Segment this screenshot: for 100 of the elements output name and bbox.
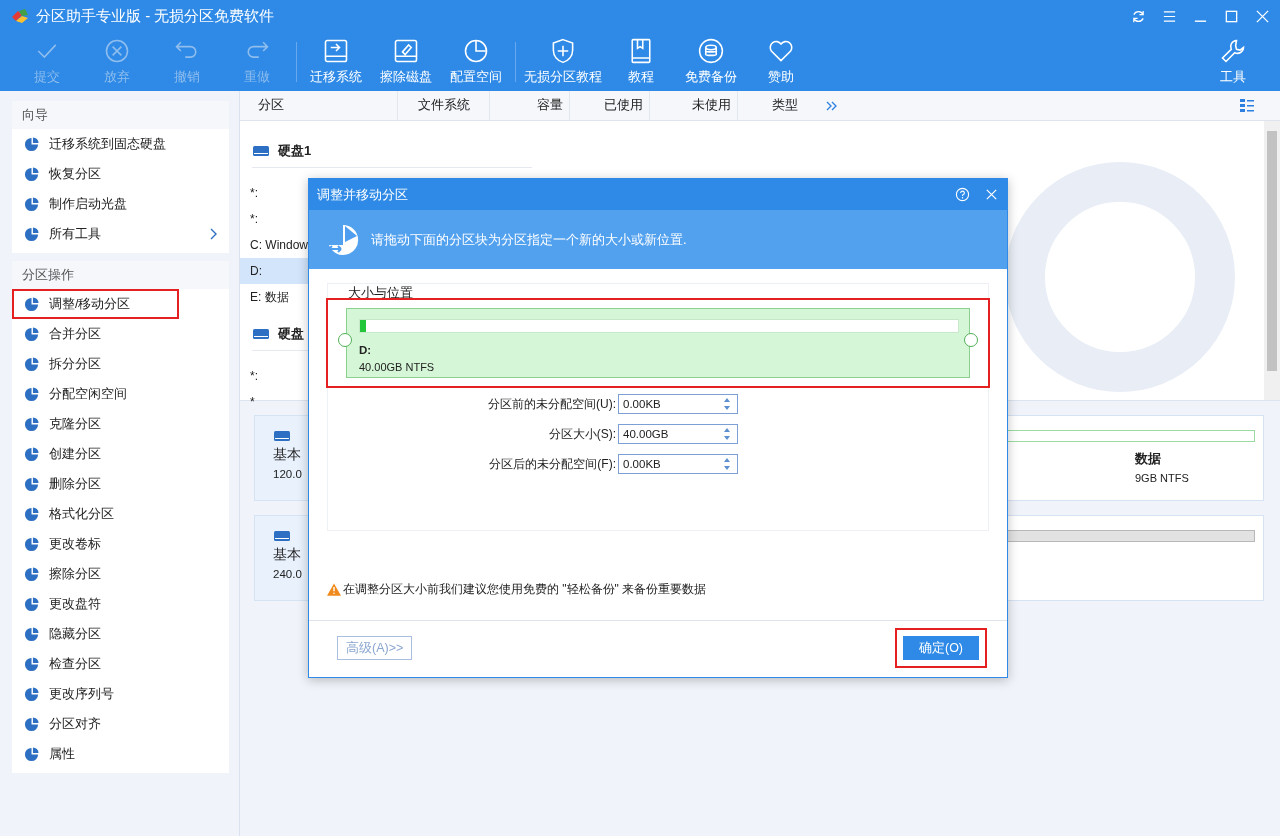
chevron-right-icon <box>209 228 217 240</box>
refresh-icon[interactable] <box>1131 8 1146 24</box>
pie-icon <box>24 596 39 612</box>
close-icon[interactable] <box>1255 8 1270 24</box>
disk-type: 基本 <box>273 446 302 464</box>
sidebar-item[interactable]: 更改序列号 <box>12 679 229 709</box>
toolbar-button[interactable]: 免费备份 <box>680 37 742 86</box>
help-icon[interactable] <box>955 187 970 202</box>
drive-icon <box>273 530 291 542</box>
sidebar-item[interactable]: 更改卷标 <box>12 529 229 559</box>
sidebar-item[interactable]: 迁移系统到固态硬盘 <box>12 129 229 159</box>
sidebar-item[interactable]: 合并分区 <box>12 319 229 349</box>
sidebar-item[interactable]: 所有工具 <box>12 219 229 249</box>
partition-block[interactable]: D: 40.00GB NTFS <box>346 308 970 378</box>
pie-icon <box>24 506 39 522</box>
spin-field[interactable]: 0.00KB <box>618 454 738 474</box>
pie-icon <box>24 446 39 462</box>
toolbar-button[interactable]: 赞助 <box>750 37 812 86</box>
maximize-icon[interactable] <box>1224 8 1239 24</box>
pie-icon <box>24 296 39 312</box>
pie-icon <box>24 386 39 402</box>
pie-icon <box>24 626 39 642</box>
database-icon <box>697 37 725 65</box>
warning-text: 在调整分区大小前我们建议您使用免费的 "轻松备份" 来备份重要数据 <box>343 581 707 598</box>
column-header[interactable]: 容量 <box>490 91 570 120</box>
disk-name: 硬盘1 <box>278 142 312 160</box>
sidebar-item[interactable]: 隐藏分区 <box>12 619 229 649</box>
toolbar-button[interactable]: 配置空间 <box>445 37 507 86</box>
sidebar-item[interactable]: 格式化分区 <box>12 499 229 529</box>
section-title: 向导 <box>12 101 229 129</box>
partition-info: 9GB NTFS <box>1135 472 1189 484</box>
disk-name: 硬盘 <box>278 325 304 343</box>
column-header[interactable]: 分区 <box>258 91 398 120</box>
field-label: 分区大小(S): <box>547 425 616 443</box>
layout-icon[interactable] <box>1240 98 1254 113</box>
dialog-title: 调整并移动分区 <box>317 185 408 204</box>
spin-arrows-icon[interactable] <box>723 457 731 471</box>
sidebar-item[interactable]: 制作启动光盘 <box>12 189 229 219</box>
drive-icon <box>252 145 270 157</box>
partition-label: 数据 <box>1135 450 1161 468</box>
toolbar-button[interactable]: 教程 <box>610 37 672 86</box>
pie-icon <box>24 566 39 582</box>
column-header[interactable]: 类型 <box>738 91 818 120</box>
pie-icon <box>24 716 39 732</box>
toolbar-button[interactable]: 迁移系统 <box>305 37 367 86</box>
partition-info: 40.00GB NTFS <box>359 361 436 373</box>
menu-icon[interactable] <box>1162 8 1177 24</box>
sidebar-item[interactable]: 拆分分区 <box>12 349 229 379</box>
sidebar-item[interactable]: 创建分区 <box>12 439 229 469</box>
toolbar-button[interactable]: 工具 <box>1202 37 1264 86</box>
sidebar-item[interactable]: 更改盘符 <box>12 589 229 619</box>
resize-handle[interactable] <box>964 333 978 347</box>
section-title: 分区操作 <box>12 261 229 289</box>
drive-icon <box>273 430 291 442</box>
pie-icon <box>24 196 39 212</box>
pie-icon <box>24 226 39 242</box>
app-logo-icon <box>10 8 30 24</box>
sidebar-item[interactable]: 克隆分区 <box>12 409 229 439</box>
drive-eraser-icon <box>392 37 420 65</box>
scrollbar-thumb[interactable] <box>1267 131 1277 371</box>
spin-arrows-icon[interactable] <box>723 427 731 441</box>
sidebar-item[interactable]: 检查分区 <box>12 649 229 679</box>
close-icon[interactable] <box>984 187 999 202</box>
field-label: 分区前的未分配空间(U): <box>487 395 616 413</box>
double-chevron-icon[interactable] <box>826 99 838 112</box>
sidebar-item[interactable]: 分区对齐 <box>12 709 229 739</box>
ok-button[interactable]: 确定(O) <box>903 636 979 660</box>
sidebar-item[interactable]: 恢复分区 <box>12 159 229 189</box>
sidebar-item[interactable]: 调整/移动分区 <box>12 289 179 319</box>
pie-icon <box>24 746 39 762</box>
spin-field[interactable]: 40.00GB <box>618 424 738 444</box>
disk-type: 基本 <box>273 546 302 564</box>
pie-icon <box>24 416 39 432</box>
column-header[interactable]: 文件系统 <box>398 91 490 120</box>
column-header[interactable]: 已使用 <box>570 91 650 120</box>
sidebar-item[interactable]: 删除分区 <box>12 469 229 499</box>
sidebar-item[interactable]: 属性 <box>12 739 229 769</box>
cancel-icon <box>103 37 131 65</box>
drive-icon <box>252 328 270 340</box>
window-title: 分区助手专业版 - 无损分区免费软件 <box>36 6 275 26</box>
sidebar-item[interactable]: 分配空闲空间 <box>12 379 229 409</box>
spin-arrows-icon[interactable] <box>723 397 731 411</box>
pie-icon <box>24 356 39 372</box>
disk-size: 240.0 <box>273 568 303 580</box>
pie-icon <box>24 326 39 342</box>
toolbar-button[interactable]: 擦除磁盘 <box>375 37 437 86</box>
disk-size: 120.0 <box>273 468 303 480</box>
toolbar-button[interactable]: 无损分区教程 <box>524 37 602 86</box>
pie-icon <box>24 166 39 182</box>
column-header[interactable]: 未使用 <box>650 91 738 120</box>
partition-label: D: <box>359 344 373 356</box>
resize-handle[interactable] <box>338 333 352 347</box>
warning-icon <box>327 583 341 596</box>
spin-field[interactable]: 0.00KB <box>618 394 738 414</box>
pie-icon <box>24 686 39 702</box>
field-label: 分区后的未分配空间(F): <box>488 455 616 473</box>
pie-icon <box>24 536 39 552</box>
pie-icon <box>24 476 39 492</box>
sidebar-item[interactable]: 擦除分区 <box>12 559 229 589</box>
scrollbar[interactable] <box>1264 121 1280 400</box>
